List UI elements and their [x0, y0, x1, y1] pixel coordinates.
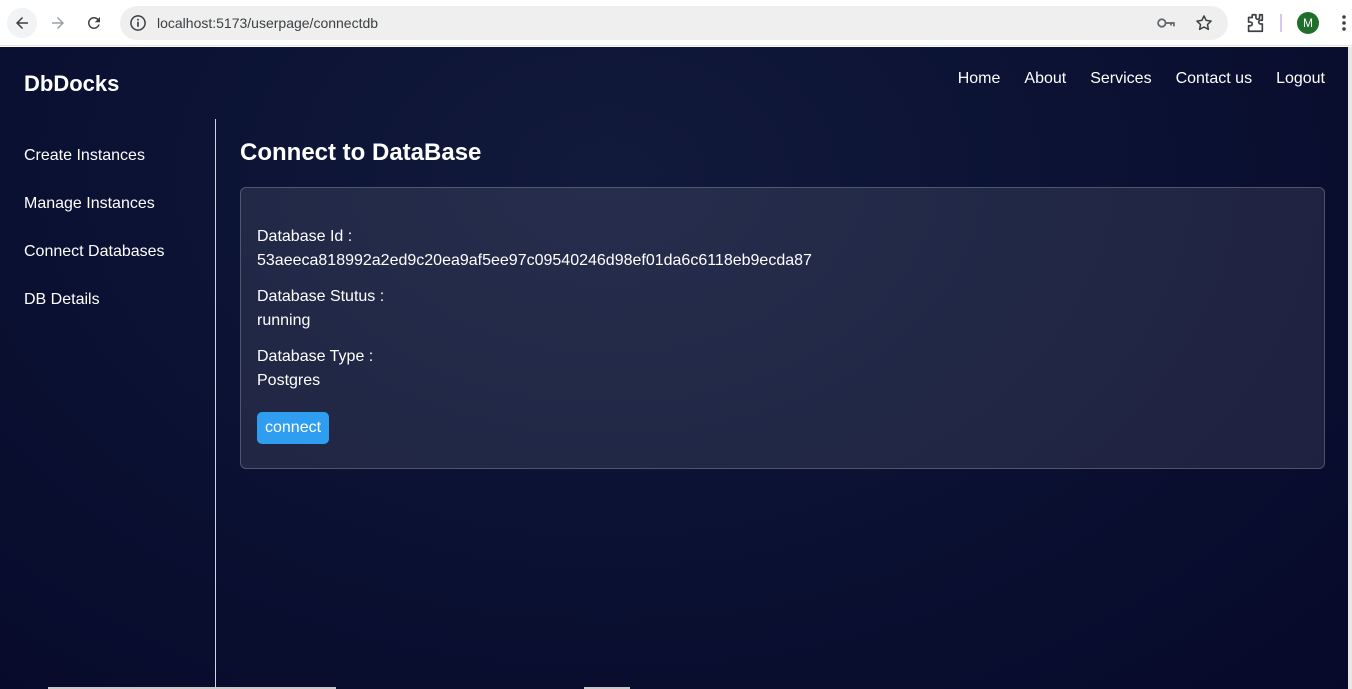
sidebar-item-manage-instances[interactable]: Manage Instances — [24, 195, 155, 213]
database-type-value: Postgres — [257, 372, 321, 389]
sidebar-item-connect-databases[interactable]: Connect Databases — [24, 243, 165, 261]
star-icon[interactable] — [1194, 13, 1214, 33]
top-nav: Home About Services Contact us Logout — [958, 70, 1325, 88]
url-text[interactable]: localhost:5173/userpage/connectdb — [157, 15, 378, 31]
brand-logo[interactable]: DbDocks — [24, 71, 119, 97]
database-id-value: 53aeeca818992a2ed9c20ea9af5ee97c09540246… — [257, 252, 812, 269]
back-button[interactable] — [7, 8, 37, 38]
connect-button[interactable]: connect — [257, 412, 330, 444]
database-card: Database Id : 53aeeca818992a2ed9c20ea9af… — [240, 187, 1325, 469]
sidebar-item-create-instances[interactable]: Create Instances — [24, 147, 145, 165]
nav-services[interactable]: Services — [1090, 70, 1151, 88]
app-root: DbDocks Home About Services Contact us L… — [0, 47, 1352, 689]
nav-contact-us[interactable]: Contact us — [1176, 70, 1252, 88]
forward-button[interactable] — [43, 8, 73, 38]
avatar[interactable]: M — [1297, 12, 1319, 34]
database-id-label: Database Id : — [257, 228, 353, 245]
database-status-value: running — [257, 312, 311, 329]
sidebar: Create Instances Manage Instances Connec… — [0, 119, 216, 689]
toolbar-divider — [1280, 14, 1282, 32]
reload-button[interactable] — [79, 8, 109, 38]
browser-toolbar: localhost:5173/userpage/connectdb M — [0, 0, 1352, 46]
forward-icon — [52, 17, 64, 29]
address-bar[interactable]: localhost:5173/userpage/connectdb — [120, 6, 1228, 40]
reload-icon — [87, 16, 100, 29]
extensions-icon[interactable] — [1244, 12, 1266, 34]
key-icon[interactable] — [1156, 14, 1176, 32]
page-title: Connect to DataBase — [240, 139, 482, 166]
info-icon[interactable] — [128, 13, 148, 33]
database-status-label: Database Stutus : — [257, 288, 385, 305]
nav-logout[interactable]: Logout — [1276, 70, 1325, 88]
nav-home[interactable]: Home — [958, 70, 1001, 88]
nav-about[interactable]: About — [1024, 70, 1066, 88]
sidebar-item-db-details[interactable]: DB Details — [24, 291, 100, 309]
back-icon — [16, 17, 28, 29]
kebab-menu-icon[interactable] — [1334, 13, 1352, 33]
vertical-scrollbar[interactable] — [1348, 47, 1352, 689]
database-type-label: Database Type : — [257, 348, 374, 365]
